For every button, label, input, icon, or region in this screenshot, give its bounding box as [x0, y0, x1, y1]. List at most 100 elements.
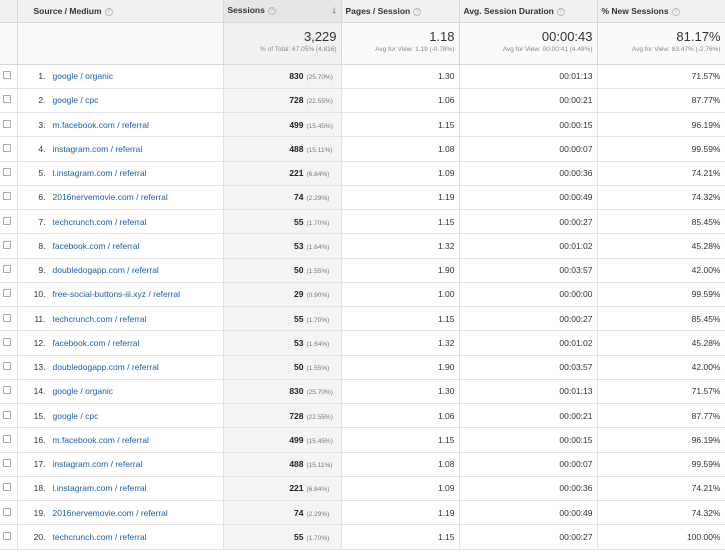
row-checkbox[interactable]: [3, 459, 11, 468]
row-checkbox-cell: [0, 136, 18, 162]
help-icon[interactable]: ?: [267, 7, 276, 16]
header-source-medium[interactable]: Source / Medium?: [17, 0, 224, 23]
totals-sessions-value: 3,229: [303, 28, 337, 44]
row-checkbox[interactable]: [3, 507, 11, 516]
header-sessions[interactable]: Sessions? ↓: [223, 0, 342, 23]
avg-duration-cell: 00:00:49: [459, 500, 598, 526]
source-medium-link[interactable]: google / cpc: [53, 95, 99, 105]
sessions-cell: 221 (6.84%): [223, 161, 342, 186]
header-avg-session-duration[interactable]: Avg. Session Duration?: [459, 0, 598, 23]
source-medium-link[interactable]: facebook.com / referral: [53, 241, 140, 251]
pages-session-cell: 1.09: [341, 161, 460, 186]
row-checkbox[interactable]: [3, 192, 11, 201]
source-medium-link[interactable]: google / cpc: [53, 411, 99, 421]
source-medium-link[interactable]: free-social-buttons-iii.xyz / referral: [53, 289, 181, 299]
help-icon[interactable]: ?: [104, 7, 113, 16]
row-index: 19.: [33, 507, 46, 518]
row-checkbox[interactable]: [3, 362, 11, 371]
row-checkbox[interactable]: [3, 289, 11, 298]
table-row: 20. techcrunch.com / referral 55 (1.70%) 1.1…: [0, 524, 725, 550]
avg-duration-cell: 00:03:57: [459, 258, 598, 283]
row-checkbox[interactable]: [3, 531, 11, 540]
row-checkbox[interactable]: [3, 386, 11, 395]
row-checkbox[interactable]: [3, 143, 11, 152]
source-medium-link[interactable]: google / organic: [53, 386, 114, 396]
source-medium-link[interactable]: l.instagram.com / referral: [53, 483, 147, 493]
source-medium-link[interactable]: instagram.com / referral: [53, 144, 143, 154]
pages-session-cell: 1.90: [341, 258, 460, 283]
row-checkbox[interactable]: [3, 337, 11, 346]
pages-session-cell: 1.15: [341, 112, 460, 138]
source-cell: 2. google / cpc: [17, 88, 224, 114]
source-medium-link[interactable]: m.facebook.com / referral: [53, 435, 149, 445]
source-medium-link[interactable]: techcrunch.com / referral: [53, 217, 147, 227]
row-checkbox[interactable]: [3, 71, 11, 80]
help-icon[interactable]: ?: [413, 7, 422, 16]
row-index: 7.: [38, 216, 46, 227]
sort-descending-icon[interactable]: ↓: [332, 5, 337, 16]
pages-session-cell: 1.08: [341, 452, 460, 477]
source-cell: 6. 2016nervemovie.com / referral: [17, 185, 224, 211]
source-medium-link[interactable]: m.facebook.com / referral: [53, 120, 149, 130]
source-medium-link[interactable]: doubledogapp.com / referral: [53, 362, 159, 372]
sessions-value: 74: [294, 192, 304, 203]
avg-duration-cell: 00:03:57: [459, 355, 598, 380]
sessions-percent: (2.29%): [306, 510, 330, 518]
source-medium-link[interactable]: 2016nervemovie.com / referral: [53, 192, 168, 202]
row-checkbox[interactable]: [3, 410, 11, 419]
header-new-sessions[interactable]: % New Sessions?: [597, 0, 725, 23]
row-checkbox[interactable]: [3, 483, 11, 492]
new-sessions-cell: 85.45%: [597, 306, 725, 332]
row-index: 6.: [38, 192, 46, 203]
sessions-percent: (22.55%): [306, 413, 333, 421]
row-checkbox[interactable]: [3, 240, 11, 249]
row-checkbox-cell: [0, 306, 18, 332]
sessions-value: 830: [289, 71, 304, 82]
source-medium-link[interactable]: l.instagram.com / referral: [53, 168, 147, 178]
sessions-value: 50: [294, 265, 304, 276]
table-row: 19. 2016nervemovie.com / referral 74 (2.29%…: [0, 500, 725, 526]
row-checkbox-cell: [0, 355, 18, 380]
source-medium-link[interactable]: instagram.com / referral: [53, 459, 143, 469]
avg-duration-cell: 00:01:02: [459, 330, 598, 356]
source-medium-link[interactable]: doubledogapp.com / referral: [53, 265, 159, 275]
sessions-cell: 488 (15.11%): [223, 136, 342, 162]
row-checkbox[interactable]: [3, 265, 11, 274]
pages-session-cell: 1.19: [341, 185, 460, 211]
new-sessions-cell: 96.19%: [597, 112, 725, 138]
new-sessions-cell: 74.21%: [597, 161, 725, 186]
row-checkbox[interactable]: [3, 216, 11, 225]
source-cell: 18. l.instagram.com / referral: [17, 476, 224, 502]
sessions-percent: (1.70%): [306, 534, 330, 542]
table-row: 8. facebook.com / referral 53 (1.64%) 1.32 00…: [0, 233, 725, 259]
row-checkbox[interactable]: [3, 119, 11, 128]
source-cell: 19. 2016nervemovie.com / referral: [17, 500, 224, 526]
row-checkbox-cell: [0, 185, 18, 211]
source-medium-link[interactable]: google / organic: [53, 71, 114, 81]
row-checkbox[interactable]: [3, 168, 11, 177]
new-sessions-cell: 71.57%: [597, 64, 725, 89]
row-index: 14.: [33, 386, 46, 397]
header-pages-session[interactable]: Pages / Session?: [341, 0, 460, 23]
source-medium-link[interactable]: techcrunch.com / referral: [53, 532, 147, 542]
row-checkbox-cell: [0, 379, 18, 405]
sessions-value: 50: [294, 362, 304, 373]
row-checkbox[interactable]: [3, 434, 11, 443]
sessions-cell: 728 (22.55%): [223, 403, 342, 429]
row-index: 16.: [33, 434, 46, 445]
pages-session-cell: 1.30: [341, 379, 460, 405]
source-medium-link[interactable]: techcrunch.com / referral: [53, 314, 147, 324]
row-checkbox[interactable]: [3, 95, 11, 104]
help-icon[interactable]: ?: [556, 7, 565, 16]
sessions-value: 728: [289, 410, 304, 421]
row-checkbox[interactable]: [3, 313, 11, 322]
table-row: 9. doubledogapp.com / referral 50 (1.55%) 1.…: [0, 258, 725, 283]
new-sessions-cell: 74.32%: [597, 185, 725, 211]
table-row: 3. m.facebook.com / referral 499 (15.45%) 1.…: [0, 112, 725, 138]
source-medium-link[interactable]: 2016nervemovie.com / referral: [53, 508, 168, 518]
source-medium-link[interactable]: facebook.com / referral: [53, 338, 140, 348]
row-index: 1.: [38, 71, 46, 82]
help-icon[interactable]: ?: [671, 7, 680, 16]
avg-duration-cell: 00:00:36: [459, 476, 598, 502]
row-index: 8.: [38, 240, 46, 251]
